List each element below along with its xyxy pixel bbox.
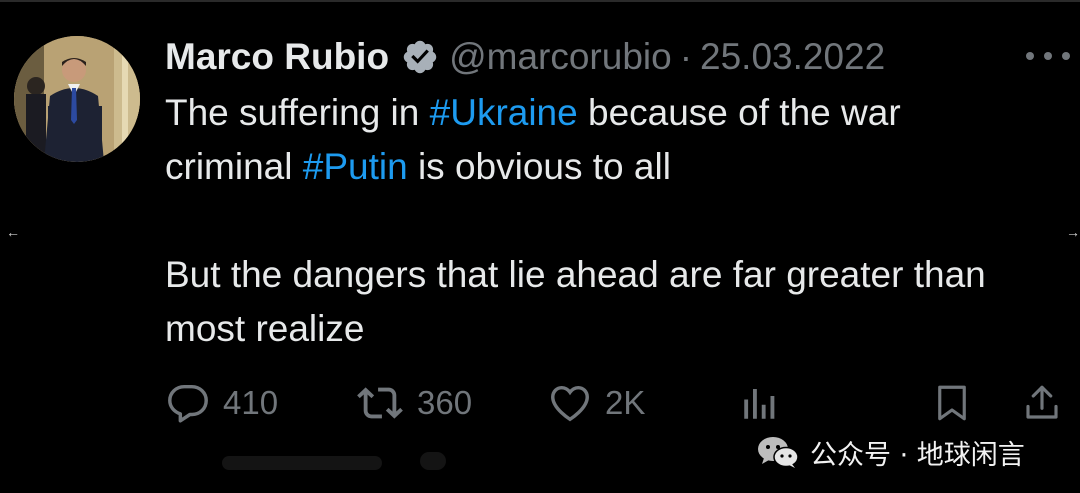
like-count: 2K xyxy=(605,384,646,421)
author-handle[interactable]: @marcorubio xyxy=(449,36,672,78)
tweet-date[interactable]: 25.03.2022 xyxy=(700,36,885,78)
views-icon xyxy=(744,389,775,419)
share-icon xyxy=(1026,385,1058,419)
tweet-line-1: The suffering in #Ukraine because of the… xyxy=(165,86,1055,140)
like-button[interactable]: 2K xyxy=(547,376,645,430)
more-options-icon[interactable] xyxy=(1026,46,1070,66)
retweet-count: 360 xyxy=(417,384,473,421)
heart-icon xyxy=(551,385,589,422)
verified-badge-icon xyxy=(401,38,439,76)
tweet-text: The suffering in #Ukraine because of the… xyxy=(165,86,1055,356)
background-ui-fragment xyxy=(222,456,382,470)
tweet-line-2: criminal #Putin is obvious to all xyxy=(165,140,1055,194)
tweet-text-segment: criminal xyxy=(165,146,303,187)
header-separator: · xyxy=(679,36,693,77)
tweet-header: Marco Rubio @marcorubio · 25.03.2022 xyxy=(165,34,885,80)
watermark-text: 公众号 · 地球闲言 xyxy=(810,439,1025,471)
hashtag-putin[interactable]: #Putin xyxy=(303,146,408,187)
tweet-paragraph-2: But the dangers that lie ahead are far g… xyxy=(165,254,986,349)
action-bar: 410 360 2K xyxy=(165,376,1065,430)
background-ui-fragment xyxy=(420,452,446,470)
watermark: 公众号 · 地球闲言 xyxy=(756,432,1025,472)
author-name[interactable]: Marco Rubio xyxy=(165,36,389,78)
tweet-text-segment: The suffering in xyxy=(165,92,430,133)
share-button[interactable] xyxy=(1021,376,1063,430)
bookmark-icon xyxy=(938,385,966,421)
tweet-text-segment: is obvious to all xyxy=(407,146,671,187)
avatar[interactable] xyxy=(14,36,140,162)
retweet-icon xyxy=(357,387,403,419)
hashtag-ukraine[interactable]: #Ukraine xyxy=(430,92,578,133)
views-button[interactable] xyxy=(739,376,781,430)
bookmark-button[interactable] xyxy=(931,376,973,430)
retweet-button[interactable]: 360 xyxy=(355,376,472,430)
reply-button[interactable]: 410 xyxy=(165,376,278,430)
right-arrow-icon[interactable]: → xyxy=(1066,224,1080,240)
wechat-logo-icon xyxy=(758,437,799,468)
top-divider xyxy=(0,0,1080,2)
tweet-text-segment: because of the war xyxy=(577,92,901,133)
reply-count: 410 xyxy=(223,384,279,421)
left-arrow-icon[interactable]: ← xyxy=(6,224,20,240)
reply-icon xyxy=(168,384,208,423)
